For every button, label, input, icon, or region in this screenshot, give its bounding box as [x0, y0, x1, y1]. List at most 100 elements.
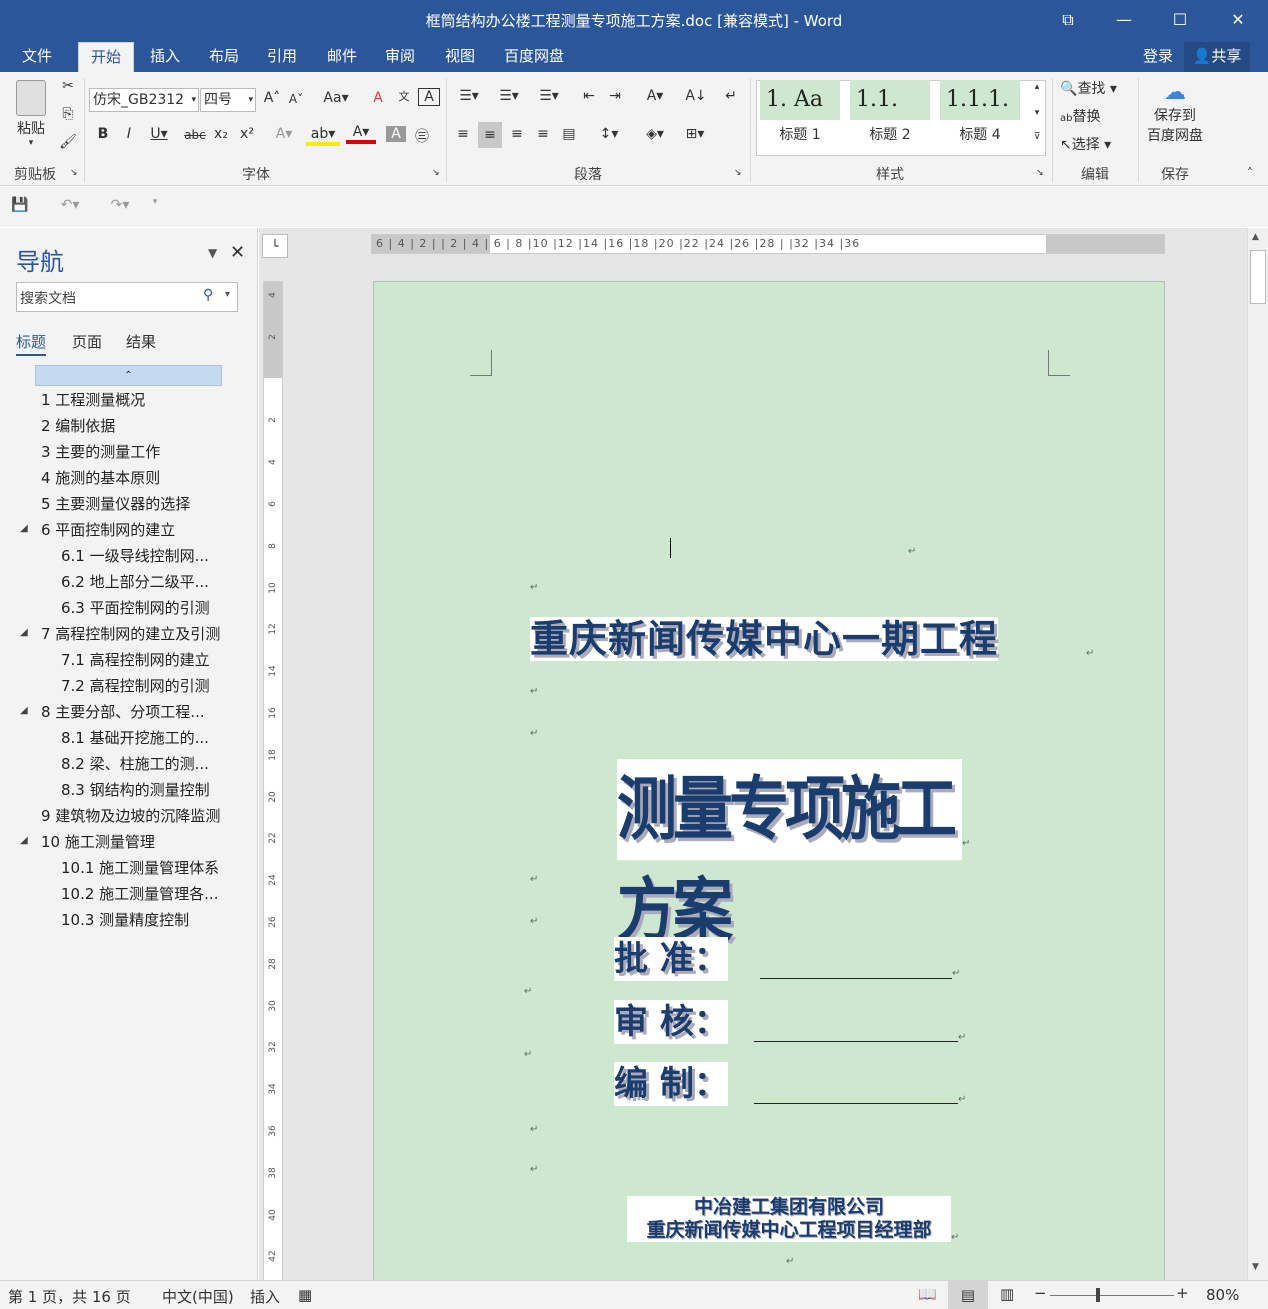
- asian-layout-icon[interactable]: A▾: [638, 88, 672, 104]
- nav-heading-7-1[interactable]: 7.1 高程控制网的建立: [61, 649, 210, 670]
- phonetic-guide-icon[interactable]: 文: [394, 88, 414, 104]
- multilevel-list-icon[interactable]: ☰▾: [532, 88, 566, 104]
- nav-heading-7-2[interactable]: 7.2 高程控制网的引测: [61, 675, 210, 696]
- nav-heading-8-1[interactable]: 8.1 基础开挖施工的...: [61, 727, 209, 748]
- style-heading-4[interactable]: 1.1.1. 标题 4: [940, 80, 1020, 148]
- font-color-icon[interactable]: A▾: [346, 124, 376, 144]
- nav-heading-10-2[interactable]: 10.2 施工测量管理各...: [61, 883, 218, 904]
- scroll-down-icon[interactable]: ▾: [1030, 108, 1044, 118]
- shading-icon[interactable]: ◈▾: [638, 126, 672, 142]
- close-nav-icon[interactable]: ✕: [230, 242, 245, 263]
- nav-heading-4[interactable]: 4 施测的基本原则: [41, 467, 160, 488]
- dialog-launcher-icon[interactable]: ↘: [70, 168, 78, 178]
- nav-heading-5[interactable]: 5 主要测量仪器的选择: [41, 493, 190, 514]
- scroll-up-arrow-icon[interactable]: ▲: [1252, 232, 1259, 242]
- nav-heading-10[interactable]: 10 施工测量管理: [41, 831, 155, 852]
- undo-icon[interactable]: ↶▾: [52, 197, 88, 213]
- show-marks-icon[interactable]: ↵: [720, 88, 742, 104]
- search-icon[interactable]: ⚲: [203, 287, 213, 303]
- tab-review[interactable]: 审阅: [376, 42, 424, 72]
- nav-tab-results[interactable]: 结果: [126, 331, 156, 352]
- dialog-launcher-icon[interactable]: ↘: [734, 168, 742, 178]
- nav-heading-3[interactable]: 3 主要的测量工作: [41, 441, 160, 462]
- italic-icon[interactable]: I: [120, 126, 138, 142]
- select-button[interactable]: ↖选择 ▾: [1060, 134, 1132, 154]
- expand-triangle-icon[interactable]: ◢: [20, 835, 28, 846]
- scroll-down-arrow-icon[interactable]: ▼: [1252, 1262, 1259, 1272]
- shrink-font-icon[interactable]: A˅: [286, 92, 306, 106]
- font-name-select[interactable]: 仿宋_GB2312 ▾: [89, 88, 199, 112]
- vertical-scrollbar[interactable]: ▲ ▼: [1247, 228, 1268, 1280]
- clear-formatting-icon[interactable]: A: [368, 90, 388, 106]
- text-effects-icon[interactable]: A▾: [270, 126, 298, 142]
- increase-indent-icon[interactable]: ⇥: [604, 88, 626, 104]
- numbering-icon[interactable]: ☰▾: [492, 88, 526, 104]
- tab-selector-icon[interactable]: └: [262, 234, 288, 258]
- web-layout-icon[interactable]: ▥: [1000, 1285, 1014, 1303]
- nav-heading-8-2[interactable]: 8.2 梁、柱施工的测...: [61, 753, 209, 774]
- tab-home[interactable]: 开始: [78, 42, 134, 72]
- sort-icon[interactable]: A↓: [684, 88, 708, 104]
- align-center-icon[interactable]: ≡: [478, 122, 502, 148]
- save-to-netdisk-button[interactable]: ☁ 保存到 百度网盘: [1142, 80, 1208, 145]
- font-size-select[interactable]: 四号 ▾: [200, 88, 256, 112]
- paste-button[interactable]: 粘贴 ▾: [8, 78, 54, 158]
- dialog-launcher-icon[interactable]: ↘: [1036, 168, 1044, 178]
- format-painter-icon[interactable]: 🖌: [58, 134, 78, 150]
- zoom-slider-thumb[interactable]: [1096, 1288, 1100, 1302]
- chevron-down-icon[interactable]: ▾: [225, 289, 230, 300]
- ribbon-display-options-icon[interactable]: ⧉: [1040, 0, 1096, 40]
- more-styles-icon[interactable]: ⊽: [1030, 132, 1044, 142]
- nav-heading-1[interactable]: 1 工程测量概况: [41, 389, 145, 410]
- minimize-button[interactable]: —: [1096, 0, 1152, 40]
- character-shading-icon[interactable]: A: [386, 126, 406, 142]
- decrease-indent-icon[interactable]: ⇤: [578, 88, 600, 104]
- superscript-icon[interactable]: x²: [236, 126, 258, 142]
- bold-icon[interactable]: B: [94, 126, 112, 142]
- save-icon[interactable]: 💾: [10, 197, 30, 213]
- copy-icon[interactable]: ⎘: [58, 106, 78, 122]
- nav-heading-7[interactable]: 7 高程控制网的建立及引测: [41, 623, 220, 644]
- share-button[interactable]: 👤共享: [1184, 42, 1250, 72]
- vertical-ruler[interactable]: 4 2 2 4 6 8 10 12 14 16 18 20 22 24 26 28 30 32 34 36 38 40 42: [263, 281, 283, 1281]
- underline-icon[interactable]: U▾: [146, 126, 172, 142]
- dialog-launcher-icon[interactable]: ↘: [432, 168, 440, 178]
- nav-heading-8[interactable]: 8 主要分部、分项工程...: [41, 701, 205, 722]
- expand-triangle-icon[interactable]: ◢: [20, 705, 28, 716]
- justify-icon[interactable]: ≡: [532, 126, 554, 142]
- character-border-icon[interactable]: A: [418, 88, 440, 106]
- strikethrough-icon[interactable]: abc: [182, 128, 208, 142]
- redo-icon[interactable]: ↷▾: [102, 197, 138, 213]
- tab-layout[interactable]: 布局: [200, 42, 248, 72]
- nav-heading-10-1[interactable]: 10.1 施工测量管理体系: [61, 857, 219, 878]
- review-signature-line[interactable]: [754, 1041, 958, 1042]
- document-page[interactable]: ↵ ↵ 重庆新闻传媒中心一期工程 ↵ ↵ ↵ 测量专项施工方案 ↵ ↵ ↵ 批 …: [373, 281, 1165, 1291]
- tab-view[interactable]: 视图: [436, 42, 484, 72]
- borders-icon[interactable]: ⊞▾: [678, 126, 712, 142]
- collapse-ribbon-icon[interactable]: ˄: [1240, 166, 1260, 180]
- find-button[interactable]: 🔍查找 ▾: [1060, 78, 1132, 98]
- change-case-button[interactable]: Aa▾: [318, 90, 354, 106]
- macro-record-icon[interactable]: ▦: [298, 1286, 312, 1304]
- nav-tab-headings[interactable]: 标题: [16, 331, 47, 356]
- style-heading-1[interactable]: 1. Aa 标题 1: [760, 80, 840, 148]
- expand-triangle-icon[interactable]: ◢: [20, 523, 28, 534]
- collapse-all-icon[interactable]: ⌃: [35, 365, 222, 386]
- nav-heading-6-2[interactable]: 6.2 地上部分二级平...: [61, 571, 209, 592]
- read-mode-icon[interactable]: 📖: [918, 1285, 937, 1303]
- subscript-icon[interactable]: x₂: [210, 126, 232, 142]
- scroll-up-icon[interactable]: ▴: [1030, 82, 1044, 92]
- zoom-in-icon[interactable]: +: [1176, 1284, 1189, 1302]
- replace-button[interactable]: ab替换: [1060, 106, 1120, 126]
- close-button[interactable]: ✕: [1210, 0, 1266, 40]
- enclose-characters-icon[interactable]: ㊂: [412, 126, 432, 146]
- zoom-level[interactable]: 80%: [1206, 1286, 1239, 1304]
- nav-heading-6[interactable]: 6 平面控制网的建立: [41, 519, 175, 540]
- maximize-button[interactable]: ☐: [1152, 0, 1208, 40]
- nav-heading-9[interactable]: 9 建筑物及边坡的沉降监测: [41, 805, 220, 826]
- align-left-icon[interactable]: ≡: [452, 126, 474, 142]
- grow-font-icon[interactable]: A˄: [262, 90, 282, 106]
- print-layout-icon[interactable]: ▤: [948, 1281, 988, 1309]
- cut-icon[interactable]: ✂: [58, 78, 78, 94]
- company-block[interactable]: 中冶建工集团有限公司 重庆新闻传媒中心工程项目经理部: [627, 1196, 951, 1242]
